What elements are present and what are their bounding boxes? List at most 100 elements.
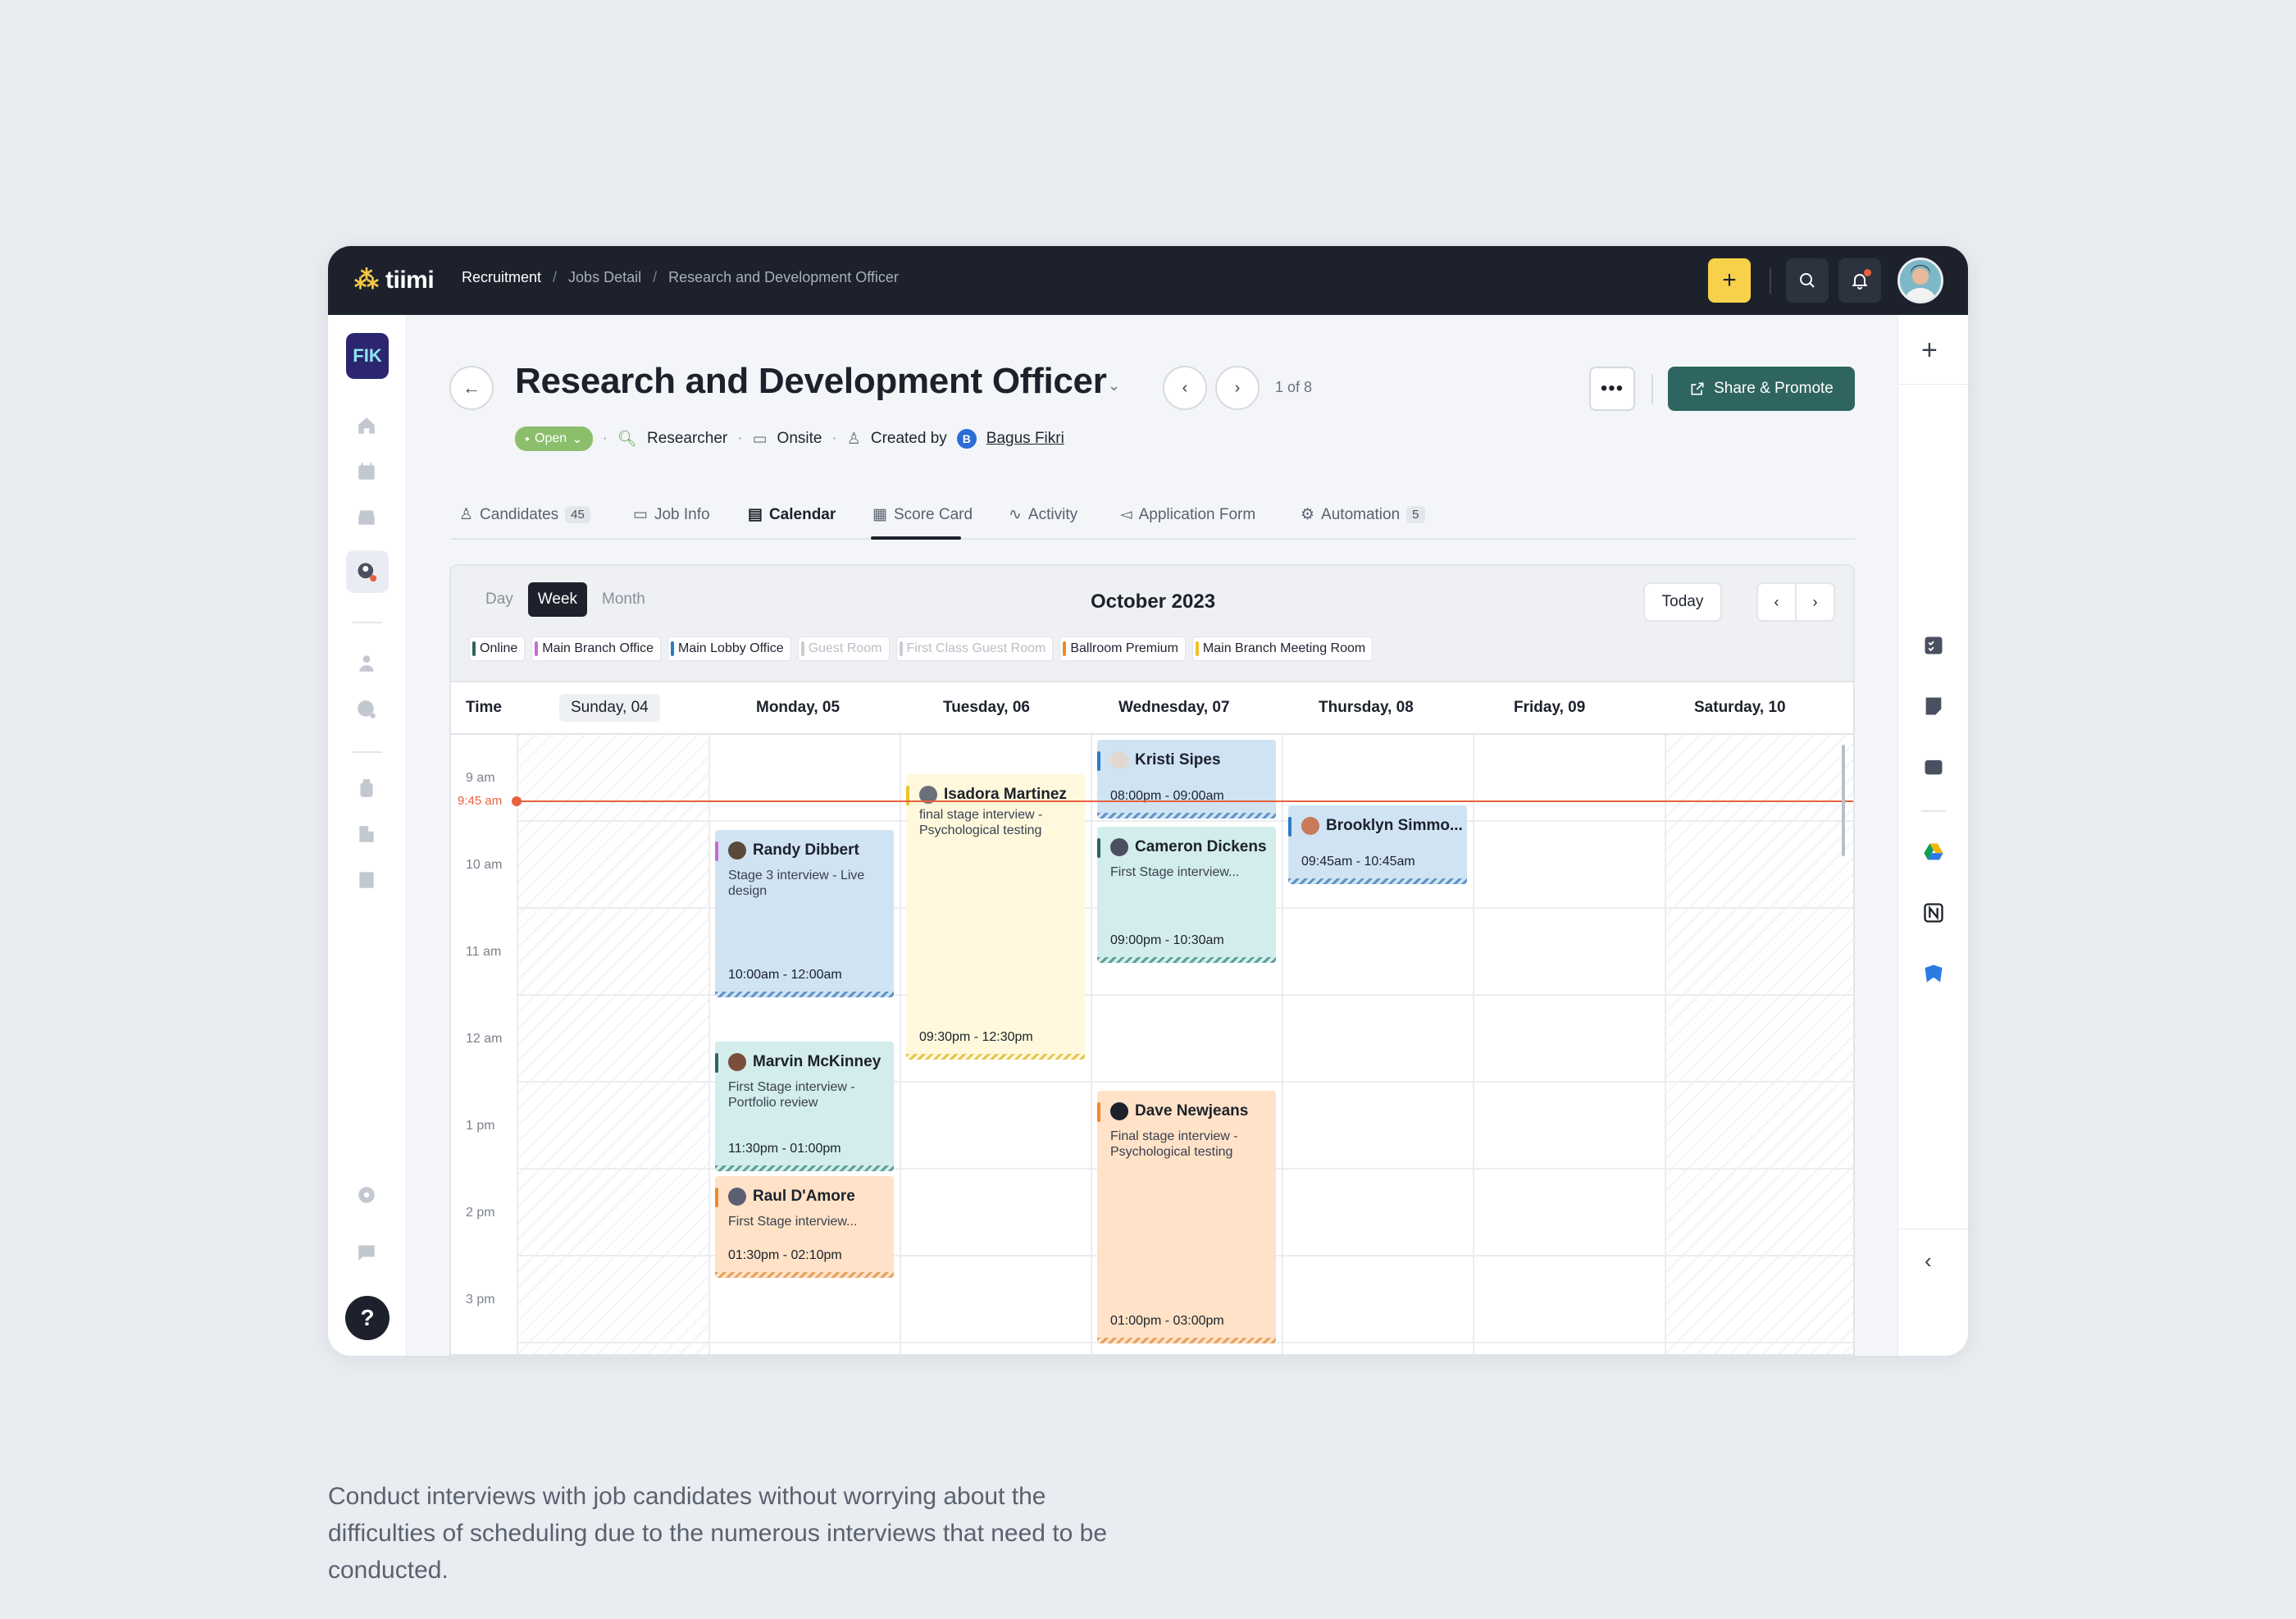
day-column-sunday[interactable] <box>517 735 708 1354</box>
day-column-saturday[interactable] <box>1665 735 1853 1354</box>
notes-icon[interactable] <box>1921 694 1946 718</box>
gear-icon: ⚙︎ <box>1301 506 1315 523</box>
google-drive-icon[interactable] <box>1921 840 1946 864</box>
reports-icon[interactable] <box>354 868 379 892</box>
calendar-header: Day Week Month October 2023 Today ‹ › On… <box>451 566 1853 682</box>
users-icon: ♙ <box>459 506 474 523</box>
logo[interactable]: ⁂ tiimi <box>354 266 435 295</box>
collapse-sidebar-button[interactable]: ‹ <box>1925 1248 1932 1274</box>
top-bar: ⁂ tiimi Recruitment / Jobs Detail / Rese… <box>328 246 1968 315</box>
event-time: 11:30pm - 01:00pm <box>728 1142 841 1156</box>
notifications-button[interactable] <box>1838 258 1881 303</box>
back-button[interactable]: ← <box>449 366 494 410</box>
event-card[interactable]: Randy Dibbert Stage 3 interview - Live d… <box>715 830 894 997</box>
day-header[interactable]: Monday, 05 <box>756 699 840 717</box>
event-card[interactable]: Cameron Dickens First Stage interview...… <box>1097 827 1276 963</box>
event-card[interactable]: Isadora Martinez final stage interview -… <box>906 774 1085 1060</box>
next-job-button[interactable]: › <box>1215 366 1260 410</box>
day-header[interactable]: Sunday, 04 <box>559 694 660 722</box>
day-header[interactable]: Tuesday, 06 <box>943 699 1030 717</box>
workspace-switcher[interactable]: FIK <box>346 333 389 379</box>
breadcrumb-jobs-detail[interactable]: Jobs Detail <box>568 269 641 286</box>
job-role: Researcher <box>647 430 728 447</box>
notion-icon[interactable] <box>1921 901 1946 925</box>
hour-label: 11 am <box>466 945 502 959</box>
legend-online[interactable]: Online <box>469 636 526 661</box>
event-card[interactable]: Marvin McKinney First Stage interview - … <box>715 1042 894 1171</box>
share-promote-button[interactable]: Share & Promote <box>1668 367 1855 411</box>
user-icon: ♙ <box>846 430 861 448</box>
help-button[interactable]: ? <box>345 1296 390 1340</box>
create-button[interactable]: + <box>1708 258 1751 303</box>
tab-score-card[interactable]: ▦ Score Card <box>872 505 973 524</box>
view-week[interactable]: Week <box>527 582 588 617</box>
event-card[interactable]: Raul D'Amore First Stage interview... 01… <box>715 1176 894 1278</box>
user-avatar[interactable] <box>1897 258 1943 303</box>
current-time-label: 9:45 am <box>458 794 503 808</box>
view-day[interactable]: Day <box>476 582 523 617</box>
tab-application-form[interactable]: ◅ Application Form <box>1120 505 1255 524</box>
event-card[interactable]: Dave Newjeans Final stage interview - Ps… <box>1097 1091 1276 1343</box>
event-description: final stage interview - Psychological te… <box>919 808 1043 837</box>
event-card[interactable]: Brooklyn Simmo... 09:45am - 10:45am <box>1288 805 1467 884</box>
recruitment-icon[interactable] <box>354 559 379 584</box>
status-badge[interactable]: ● Open ⌄ <box>515 426 593 451</box>
day-header[interactable]: Saturday, 10 <box>1694 699 1786 717</box>
day-column-friday[interactable] <box>1473 735 1665 1354</box>
chevron-down-icon[interactable]: ⌄ <box>1108 377 1120 394</box>
search-button[interactable] <box>1786 258 1829 303</box>
pager-count: 1 of 8 <box>1275 379 1313 395</box>
avatar <box>1301 817 1319 835</box>
day-header[interactable]: Friday, 09 <box>1514 699 1585 717</box>
event-time: 09:00pm - 10:30am <box>1110 933 1224 947</box>
checklist-icon[interactable] <box>1921 633 1946 658</box>
day-header[interactable]: Wednesday, 07 <box>1118 699 1230 717</box>
week-navigation: ‹ › <box>1756 582 1835 622</box>
avatar <box>1110 751 1128 769</box>
previous-week-button[interactable]: ‹ <box>1758 584 1795 620</box>
chevron-down-icon: ⌄ <box>572 432 583 446</box>
avatar <box>1110 1102 1128 1120</box>
legend-main-branch-office[interactable]: Main Branch Office <box>531 636 662 661</box>
wallet-icon[interactable] <box>1921 755 1946 779</box>
home-icon[interactable] <box>354 413 379 438</box>
payroll-icon[interactable] <box>354 776 379 800</box>
integration-app-icon[interactable] <box>1921 961 1946 986</box>
event-card[interactable]: Kristi Sipes 08:00pm - 09:00am <box>1097 740 1276 819</box>
legend-main-lobby-office[interactable]: Main Lobby Office <box>667 636 791 661</box>
view-month[interactable]: Month <box>592 582 655 617</box>
employees-icon[interactable] <box>354 651 379 676</box>
event-time: 09:45am - 10:45am <box>1301 855 1415 869</box>
more-options-button[interactable]: ••• <box>1589 367 1635 411</box>
legend-guest-room[interactable]: Guest Room <box>797 636 890 661</box>
tab-calendar[interactable]: ▤ Calendar <box>748 505 836 524</box>
legend-first-class-guest-room[interactable]: First Class Guest Room <box>895 636 1054 661</box>
calendar: Day Week Month October 2023 Today ‹ › On… <box>449 564 1855 1356</box>
tab-candidates[interactable]: ♙ Candidates 45 <box>459 505 590 524</box>
breadcrumb: Recruitment / Jobs Detail / Research and… <box>462 269 899 286</box>
settings-icon[interactable] <box>354 1183 379 1207</box>
current-time-dot <box>512 796 522 806</box>
legend-ballroom-premium[interactable]: Ballroom Premium <box>1059 636 1186 661</box>
today-button[interactable]: Today <box>1643 582 1722 622</box>
calendar-icon[interactable] <box>354 459 379 484</box>
avatar <box>1110 838 1128 856</box>
calendar-scrollbar[interactable] <box>1842 745 1845 856</box>
company-icon[interactable] <box>354 822 379 846</box>
feedback-icon[interactable] <box>354 1240 379 1265</box>
legend-main-branch-meeting-room[interactable]: Main Branch Meeting Room <box>1191 636 1374 661</box>
time-icon[interactable] <box>354 697 379 722</box>
creator-link[interactable]: Bagus Fikri <box>986 430 1064 448</box>
avatar <box>728 1188 746 1206</box>
previous-job-button[interactable]: ‹ <box>1163 366 1207 410</box>
tab-automation[interactable]: ⚙︎ Automation 5 <box>1301 505 1425 524</box>
inbox-icon[interactable] <box>354 505 379 530</box>
tab-activity[interactable]: ∿ Activity <box>1009 505 1077 524</box>
day-header[interactable]: Thursday, 08 <box>1319 699 1414 717</box>
hour-label: 10 am <box>466 858 503 872</box>
add-widget-button[interactable]: + <box>1921 335 1938 367</box>
breadcrumb-recruitment[interactable]: Recruitment <box>462 269 541 286</box>
job-location: Onsite <box>777 430 822 447</box>
tab-job-info[interactable]: ▭ Job Info <box>633 505 710 524</box>
next-week-button[interactable]: › <box>1795 584 1834 620</box>
